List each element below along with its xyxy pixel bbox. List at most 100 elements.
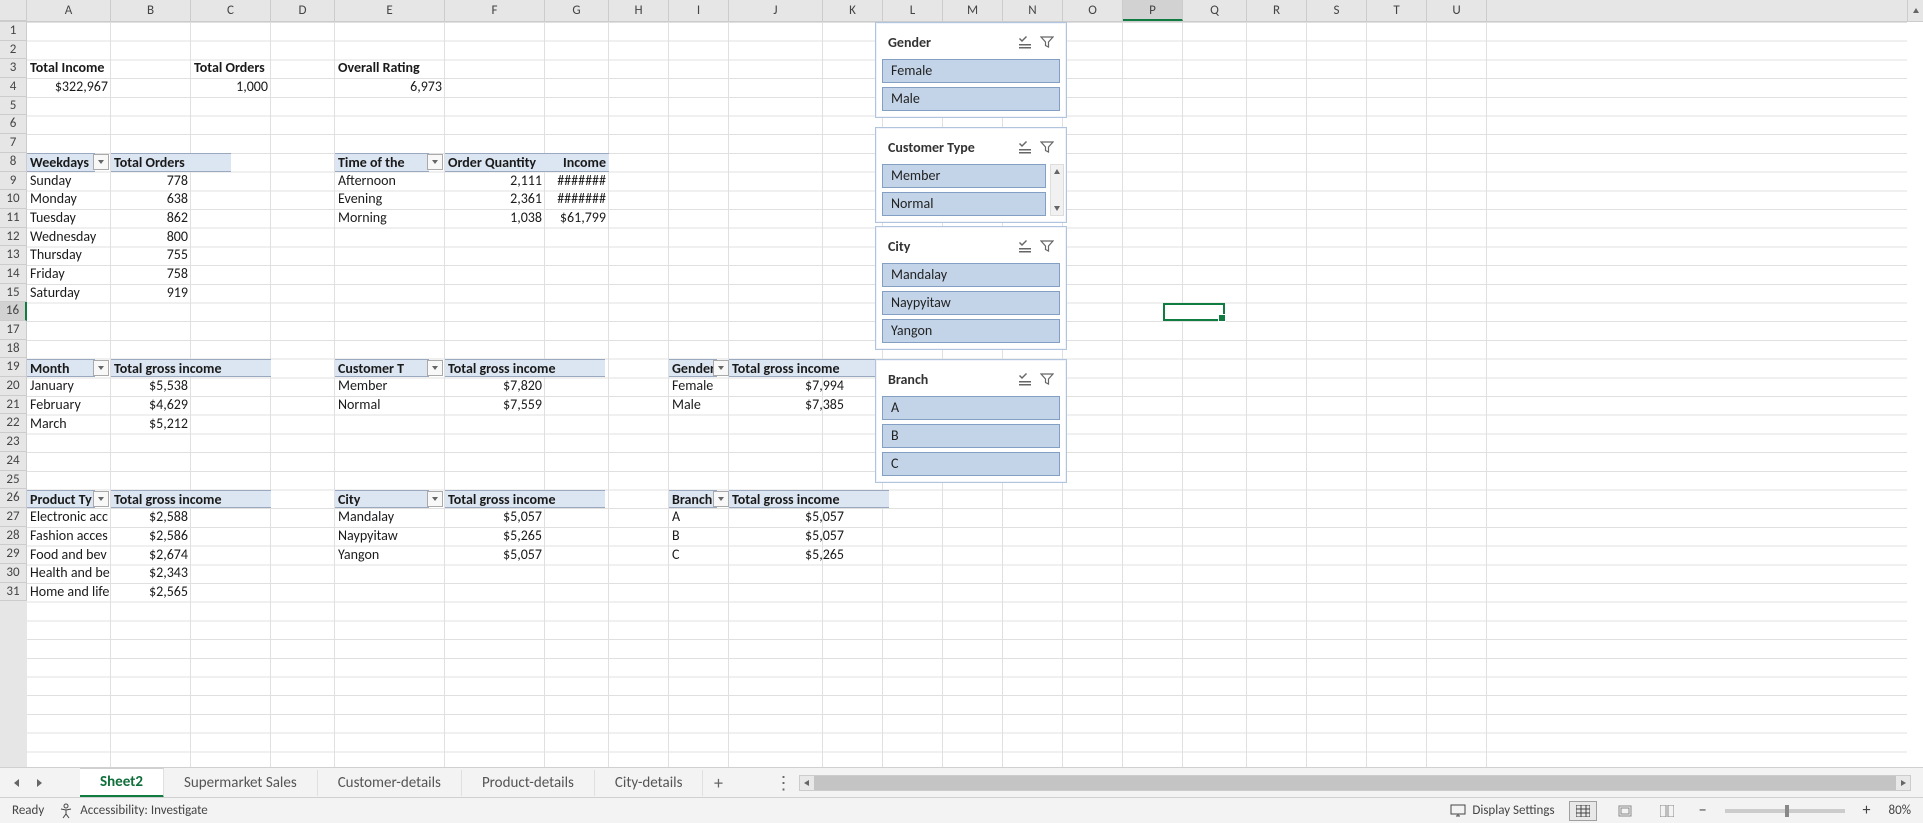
month-header[interactable]: Month <box>27 359 95 378</box>
active-cell[interactable] <box>1163 303 1225 322</box>
gender-gross-income-header[interactable]: Total gross income <box>729 359 889 378</box>
income-header[interactable]: Income <box>545 153 609 172</box>
slicer-item-mandalay[interactable]: Mandalay <box>882 263 1060 287</box>
filter-icon[interactable] <box>1038 370 1056 388</box>
tabs-more-icon[interactable]: ⋮ <box>773 772 793 794</box>
column-header-c[interactable]: C <box>191 0 271 21</box>
row-header-15[interactable]: 15 <box>0 284 27 303</box>
gender-dropdown-icon[interactable] <box>713 360 729 376</box>
page-break-view-button[interactable] <box>1653 801 1681 821</box>
row-header-24[interactable]: 24 <box>0 452 27 471</box>
month-dropdown-icon[interactable] <box>93 360 109 376</box>
time-of-day-header[interactable]: Time of the <box>335 153 429 172</box>
filter-icon[interactable] <box>1038 237 1056 255</box>
scroll-left-icon[interactable] <box>800 776 814 790</box>
row-header-9[interactable]: 9 <box>0 172 27 191</box>
product-gross-income-header[interactable]: Total gross income <box>111 490 271 509</box>
slicer-item-member[interactable]: Member <box>882 164 1046 188</box>
branch-gross-income-header[interactable]: Total gross income <box>729 490 889 509</box>
row-header-17[interactable]: 17 <box>0 321 27 340</box>
row-header-1[interactable]: 1 <box>0 22 27 41</box>
row-header-4[interactable]: 4 <box>0 78 27 97</box>
slicer-item-normal[interactable]: Normal <box>882 192 1046 216</box>
product-type-header[interactable]: Product Ty <box>27 490 95 509</box>
column-header-t[interactable]: T <box>1367 0 1427 21</box>
zoom-slider[interactable] <box>1725 809 1845 813</box>
branch-pivot-header[interactable]: Branch <box>669 490 717 509</box>
branch-slicer[interactable]: Branch A B C <box>875 359 1067 483</box>
weekdays-dropdown-icon[interactable] <box>93 154 109 170</box>
column-header-g[interactable]: G <box>545 0 609 21</box>
column-header-e[interactable]: E <box>335 0 445 21</box>
tab-customer-details[interactable]: Customer-details <box>318 770 462 796</box>
row-header-19[interactable]: 19 <box>0 358 27 377</box>
order-quantity-header[interactable]: Order Quantity <box>445 153 545 172</box>
row-header-28[interactable]: 28 <box>0 527 27 546</box>
total-orders-header[interactable]: Total Orders <box>111 153 231 172</box>
customer-type-header[interactable]: Customer T <box>335 359 429 378</box>
row-header-10[interactable]: 10 <box>0 190 27 209</box>
slicer-item-male[interactable]: Male <box>882 87 1060 111</box>
row-header-7[interactable]: 7 <box>0 134 27 153</box>
zoom-level[interactable]: 80% <box>1889 803 1911 818</box>
customer-type-slicer[interactable]: Customer Type Member Normal <box>875 127 1067 223</box>
normal-view-button[interactable] <box>1569 801 1597 821</box>
row-header-20[interactable]: 20 <box>0 377 27 396</box>
column-header-n[interactable]: N <box>1003 0 1063 21</box>
row-header-11[interactable]: 11 <box>0 209 27 228</box>
slicer-item-c[interactable]: C <box>882 452 1060 476</box>
weekdays-header[interactable]: Weekdays <box>27 153 95 172</box>
row-header-30[interactable]: 30 <box>0 564 27 583</box>
multiselect-icon[interactable] <box>1016 138 1034 156</box>
row-header-6[interactable]: 6 <box>0 115 27 134</box>
spreadsheet-grid[interactable]: Total Income Total Orders Overall Rating… <box>27 22 1907 767</box>
slicer-scrollbar[interactable] <box>1050 164 1064 216</box>
tab-supermarket-sales[interactable]: Supermarket Sales <box>164 770 318 796</box>
column-header-l[interactable]: L <box>883 0 943 21</box>
column-header-o[interactable]: O <box>1063 0 1123 21</box>
tab-sheet2[interactable]: Sheet2 <box>80 768 164 798</box>
column-header-q[interactable]: Q <box>1183 0 1247 21</box>
accessibility-status[interactable]: Accessibility: Investigate <box>58 803 208 819</box>
scroll-up-button[interactable] <box>1907 0 1923 22</box>
city-dropdown-icon[interactable] <box>427 491 443 507</box>
gender-pivot-header[interactable]: Gender <box>669 359 717 378</box>
tab-city-details[interactable]: City-details <box>595 770 704 796</box>
tab-prev-icon[interactable] <box>6 772 28 794</box>
product-dropdown-icon[interactable] <box>93 491 109 507</box>
column-header-a[interactable]: A <box>27 0 111 21</box>
multiselect-icon[interactable] <box>1016 370 1034 388</box>
display-settings-button[interactable]: Display Settings <box>1450 803 1554 819</box>
city-gross-income-header[interactable]: Total gross income <box>445 490 605 509</box>
column-header-p[interactable]: P <box>1123 0 1183 21</box>
slicer-item-female[interactable]: Female <box>882 59 1060 83</box>
row-header-12[interactable]: 12 <box>0 228 27 247</box>
column-header-r[interactable]: R <box>1247 0 1307 21</box>
row-header-2[interactable]: 2 <box>0 41 27 60</box>
slicer-item-b[interactable]: B <box>882 424 1060 448</box>
city-pivot-header[interactable]: City <box>335 490 429 509</box>
tab-product-details[interactable]: Product-details <box>462 770 595 796</box>
horizontal-scrollbar[interactable] <box>799 775 1911 791</box>
add-sheet-button[interactable]: + <box>703 772 733 794</box>
slicer-item-naypyitaw[interactable]: Naypyitaw <box>882 291 1060 315</box>
row-header-3[interactable]: 3 <box>0 59 27 78</box>
column-header-h[interactable]: H <box>609 0 669 21</box>
row-header-8[interactable]: 8 <box>0 153 27 172</box>
row-header-29[interactable]: 29 <box>0 545 27 564</box>
scroll-down-icon[interactable] <box>1051 201 1063 215</box>
branch-dropdown-icon[interactable] <box>713 491 729 507</box>
column-header-d[interactable]: D <box>271 0 335 21</box>
select-all-corner[interactable] <box>0 0 27 21</box>
filter-icon[interactable] <box>1038 33 1056 51</box>
column-header-j[interactable]: J <box>729 0 823 21</box>
row-header-14[interactable]: 14 <box>0 265 27 284</box>
column-header-k[interactable]: K <box>823 0 883 21</box>
month-gross-income-header[interactable]: Total gross income <box>111 359 271 378</box>
row-header-23[interactable]: 23 <box>0 433 27 452</box>
slicer-item-yangon[interactable]: Yangon <box>882 319 1060 343</box>
column-header-f[interactable]: F <box>445 0 545 21</box>
scroll-right-icon[interactable] <box>1896 776 1910 790</box>
gender-slicer[interactable]: Gender Female Male <box>875 22 1067 118</box>
scroll-up-icon[interactable] <box>1051 165 1063 179</box>
